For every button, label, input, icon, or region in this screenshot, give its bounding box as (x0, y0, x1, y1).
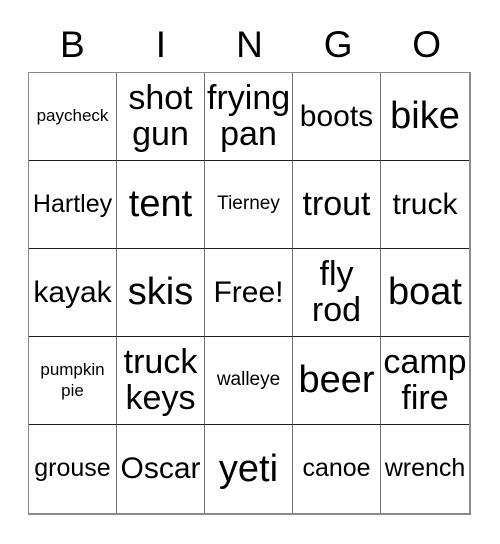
bingo-cell[interactable]: grouse (29, 425, 117, 513)
bingo-cell-label: beer (298, 359, 375, 402)
bingo-cell[interactable]: truck (381, 161, 469, 249)
bingo-cell[interactable]: paycheck (29, 73, 117, 161)
bingo-cell-label: tent (128, 183, 193, 226)
bingo-cell[interactable]: camp fire (381, 337, 469, 425)
bingo-cell[interactable]: bike (381, 73, 469, 161)
bingo-cell[interactable]: shot gun (117, 73, 205, 161)
bingo-cell[interactable]: tent (117, 161, 205, 249)
bingo-cell[interactable]: Oscar (117, 425, 205, 513)
bingo-cell-label: Free! (213, 275, 284, 309)
bingo-cell-label: walleye (216, 369, 281, 391)
bingo-header-letter-i: I (155, 23, 167, 65)
bingo-cell-label: wrench (384, 454, 466, 483)
bingo-cell-label: boots (299, 99, 374, 133)
bingo-cell-label: paycheck (36, 106, 109, 126)
bingo-cell-label: canoe (302, 454, 371, 483)
bingo-cell-label: fly rod (311, 255, 362, 329)
bingo-cell[interactable]: trout (293, 161, 381, 249)
bingo-cell[interactable]: walleye (205, 337, 293, 425)
bingo-cell[interactable]: boots (293, 73, 381, 161)
bingo-cell-label: grouse (34, 454, 111, 483)
bingo-cell-label: trout (302, 184, 371, 223)
bingo-cell-label: Tierney (217, 193, 280, 215)
bingo-cell[interactable]: canoe (293, 425, 381, 513)
bingo-header-letter-b: B (59, 23, 85, 65)
bingo-cell-label: pumpkin pie (40, 359, 105, 400)
bingo-cell[interactable]: skis (117, 249, 205, 337)
bingo-cell[interactable]: pumpkin pie (29, 337, 117, 425)
bingo-cell-label: yeti (218, 447, 279, 490)
bingo-cell-label: Hartley (32, 189, 113, 218)
bingo-cell-label: frying pan (207, 79, 291, 153)
bingo-cell[interactable]: beer (293, 337, 381, 425)
bingo-cell[interactable]: Hartley (29, 161, 117, 249)
bingo-card: B I N G O paycheck shot gun frying pan boots bik… (0, 0, 500, 544)
bingo-cell[interactable]: truck keys (117, 337, 205, 425)
bingo-cell[interactable]: wrench (381, 425, 469, 513)
bingo-cell[interactable]: Tierney (205, 161, 293, 249)
bingo-cell[interactable]: boat (381, 249, 469, 337)
bingo-cell-label: boat (388, 271, 462, 314)
bingo-cell[interactable]: fly rod (293, 249, 381, 337)
bingo-cell-free[interactable]: Free! (205, 249, 293, 337)
bingo-cell-label: shot gun (128, 79, 193, 153)
bingo-header-row: BINGO (28, 18, 471, 70)
bingo-grid: paycheck shot gun frying pan boots bike Hartl… (28, 72, 471, 515)
bingo-header-letter-o: O (412, 23, 442, 65)
bingo-header-letter-g: G (323, 23, 353, 65)
bingo-cell-label: bike (390, 95, 460, 138)
bingo-cell-label: truck (392, 187, 458, 221)
bingo-cell-label: skis (127, 271, 194, 314)
bingo-cell[interactable]: yeti (205, 425, 293, 513)
bingo-cell[interactable]: kayak (29, 249, 117, 337)
bingo-cell-label: camp fire (383, 343, 467, 417)
bingo-cell[interactable]: frying pan (205, 73, 293, 161)
bingo-cell-label: truck keys (123, 343, 198, 417)
bingo-cell-label: Oscar (120, 452, 201, 486)
bingo-header-letter-n: N (236, 23, 263, 65)
bingo-cell-label: kayak (33, 275, 112, 309)
